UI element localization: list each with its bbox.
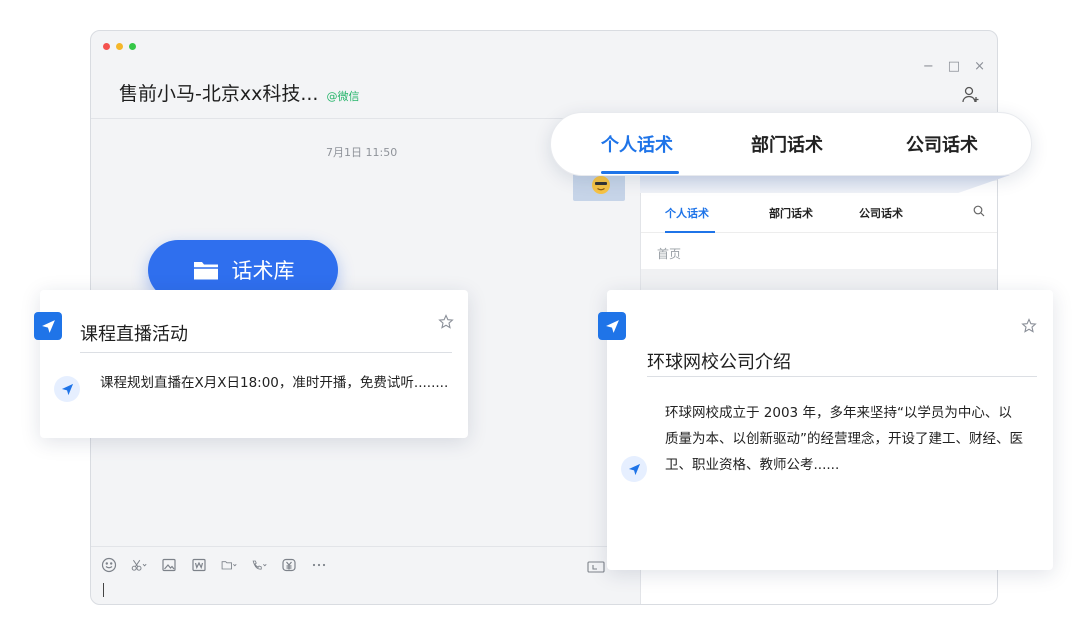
- text-input-caret[interactable]: [103, 583, 104, 597]
- scissors-icon[interactable]: [131, 557, 147, 573]
- send-arrow-icon: [628, 463, 640, 475]
- window-controls: − □ ×: [923, 59, 985, 74]
- card-title: 环球网校公司介绍: [647, 352, 791, 373]
- folder-icon: [193, 262, 218, 280]
- maximize-button[interactable]: □: [948, 59, 960, 74]
- send-badge[interactable]: [34, 312, 62, 340]
- card-divider: [647, 376, 1037, 377]
- send-arrow-icon: [61, 383, 73, 395]
- money-icon[interactable]: [281, 557, 297, 573]
- word-doc-icon[interactable]: [191, 557, 207, 573]
- side-tab-personal[interactable]: 个人话术: [665, 205, 709, 221]
- more-icon[interactable]: [311, 557, 327, 573]
- side-tab-company[interactable]: 公司话术: [859, 205, 903, 221]
- script-library-label: 话术库: [231, 259, 295, 283]
- star-icon[interactable]: [438, 314, 454, 330]
- tab-company-scripts[interactable]: 公司话术: [906, 131, 978, 157]
- card-body: 课程规划直播在X月X日18:00，准时开播，免费试听........: [100, 375, 449, 391]
- add-user-icon[interactable]: [961, 85, 981, 105]
- side-tab-department[interactable]: 部门话术: [769, 205, 813, 221]
- side-panel-tabs: 个人话术 部门话术 公司话术: [641, 201, 997, 233]
- card-divider: [80, 352, 452, 353]
- chat-toolbar: [91, 546, 641, 604]
- side-tab-underline: [665, 231, 715, 233]
- send-arrow-icon: [605, 319, 619, 333]
- pill-tabs-shadow: [640, 175, 1010, 193]
- chat-title-text: 售前小马-北京xx科技...: [119, 83, 319, 105]
- traffic-lights: [103, 43, 136, 50]
- minimize-button[interactable]: −: [923, 59, 934, 74]
- send-arrow-icon: [41, 319, 55, 333]
- search-icon[interactable]: [973, 205, 985, 217]
- card-title: 课程直播活动: [80, 324, 188, 345]
- chat-history-icon[interactable]: [587, 561, 605, 575]
- send-button[interactable]: [621, 456, 647, 482]
- chat-timestamp: 7月1日 11:50: [326, 146, 398, 159]
- minimize-dot[interactable]: [116, 43, 123, 50]
- image-icon[interactable]: [161, 557, 177, 573]
- wechat-tag: @微信: [326, 90, 360, 103]
- script-card-company[interactable]: 环球网校公司介绍 环球网校成立于 2003 年，多年来坚持“以学员为中心、以质量…: [607, 290, 1053, 570]
- chat-title: 售前小马-北京xx科技... @微信: [119, 79, 359, 106]
- phone-icon[interactable]: [251, 557, 267, 573]
- zoom-dot[interactable]: [129, 43, 136, 50]
- star-icon[interactable]: [1021, 318, 1037, 334]
- tab-personal-scripts[interactable]: 个人话术: [601, 131, 673, 157]
- script-tabs-bar: 个人话术 部门话术 公司话术: [550, 112, 1032, 176]
- send-button[interactable]: [54, 376, 80, 402]
- folder-icon[interactable]: [221, 557, 237, 573]
- active-tab-underline: [601, 171, 679, 174]
- send-badge[interactable]: [598, 312, 626, 340]
- close-button[interactable]: ×: [974, 59, 985, 74]
- cool-emoji-icon: [592, 176, 610, 194]
- close-dot[interactable]: [103, 43, 110, 50]
- card-body: 环球网校成立于 2003 年，多年来坚持“以学员为中心、以质量为本、以创新驱动”…: [665, 405, 1023, 473]
- breadcrumb[interactable]: 首页: [657, 245, 681, 262]
- script-card-course[interactable]: 课程直播活动 课程规划直播在X月X日18:00，准时开播，免费试听.......…: [40, 290, 468, 438]
- toolbar-icons: [101, 557, 327, 573]
- tab-department-scripts[interactable]: 部门话术: [751, 131, 823, 157]
- emoji-icon[interactable]: [101, 557, 117, 573]
